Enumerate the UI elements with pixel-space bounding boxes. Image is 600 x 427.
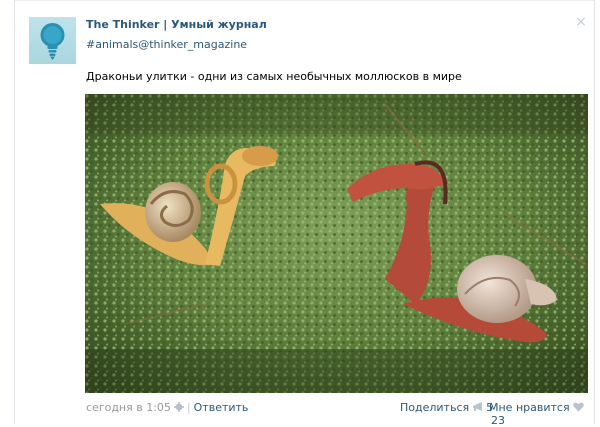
lightbulb-logo [40,23,65,60]
share-label: Поделиться [400,401,470,414]
footer-separator: | [186,401,191,414]
like-count: 23 [491,414,505,427]
like-label: Мне нравится [489,401,570,414]
like-button[interactable]: Мне нравится23 [489,401,594,427]
megaphone-icon [473,402,483,411]
post-photo[interactable] [85,94,588,393]
feed-right-border [594,0,595,424]
reply-link[interactable]: Ответить [194,401,249,414]
post-time[interactable]: сегодня в 1:05 [86,401,171,414]
gear-icon[interactable] [173,402,184,412]
heart-icon [572,402,584,412]
post-text: Драконьи улитки - одни из самых необычны… [86,70,462,83]
close-icon[interactable]: × [575,15,587,29]
feed-post: The Thinker | Умный журнал #animals@thin… [14,0,594,427]
post-footer: сегодня в 1:05 | Ответить [86,401,248,414]
author-avatar[interactable] [29,17,76,64]
share-button[interactable]: Поделиться 5 [400,401,493,414]
hashtag-link[interactable]: #animals@thinker_magazine [86,38,247,51]
author-name-link[interactable]: The Thinker | Умный журнал [86,18,267,31]
dragon-snails-image [85,94,588,393]
